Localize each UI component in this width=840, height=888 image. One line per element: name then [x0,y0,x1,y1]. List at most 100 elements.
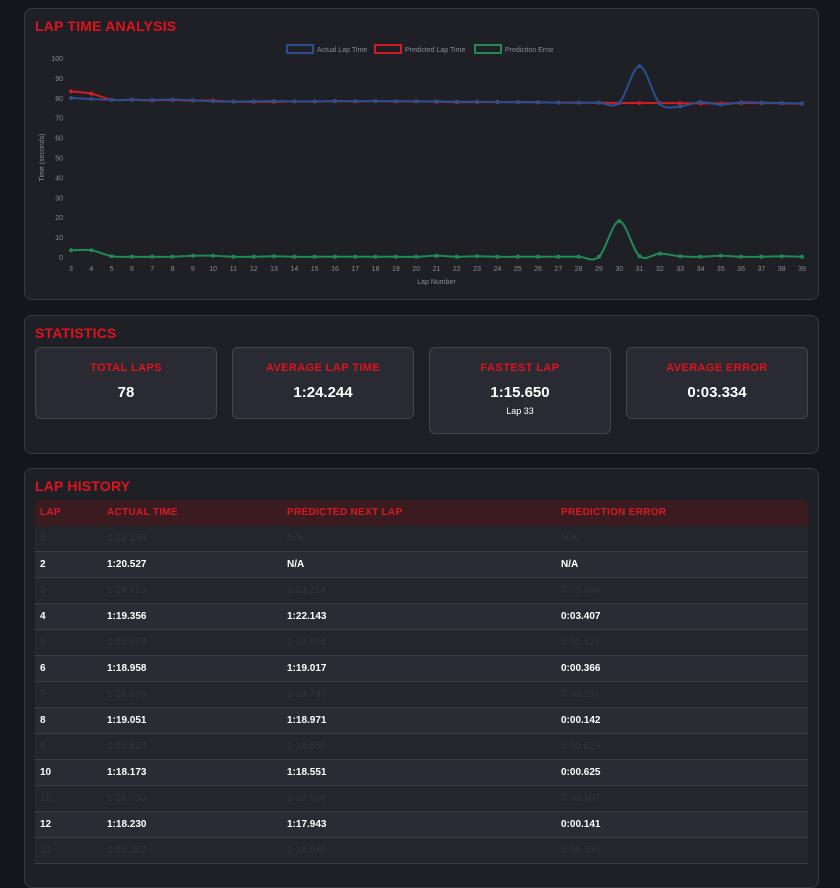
x-tick-label: 34 [697,266,705,273]
y-tick-label: 80 [55,96,63,103]
statistics-panel: STATISTICS TOTAL LAPS 78 AVERAGE LAP TIM… [24,315,819,454]
data-point-0 [150,97,155,102]
x-tick-label: 7 [150,266,154,273]
predicted-time-cell: 1:19.017 [287,663,327,674]
data-point-0 [353,99,358,104]
legend-label-2: Prediction Error [505,47,554,54]
y-tick-label: 100 [51,56,63,63]
error-cell: 0:00.366 [561,663,601,674]
data-point-0 [617,100,622,105]
error-cell: 0:03.407 [561,611,601,622]
data-point-0 [475,99,480,104]
data-point-2 [312,254,317,259]
actual-time-cell: 1:18.050 [107,793,146,804]
stat-value: 0:03.334 [687,384,747,401]
x-tick-label: 22 [453,266,461,273]
data-point-2 [718,253,723,258]
x-tick-label: 24 [494,266,502,273]
x-tick-label: 23 [473,266,481,273]
table-row: 12 1:18.230 1:17.943 0:00.141 [35,812,808,838]
data-point-0 [495,99,500,104]
x-tick-label: 14 [290,266,298,273]
data-point-0 [69,95,73,100]
x-tick-label: 17 [351,266,359,273]
x-tick-label: 16 [331,266,339,273]
x-tick-label: 3 [69,266,73,273]
y-tick-label: 50 [55,156,63,163]
error-cell: 0:00.141 [561,819,601,830]
y-tick-label: 20 [55,215,63,222]
x-tick-label: 27 [554,266,562,273]
error-cell: N/A [561,559,579,570]
data-point-0 [454,99,459,104]
stat-label: TOTAL LAPS [90,362,162,374]
data-point-2 [231,254,236,259]
data-point-0 [373,99,378,104]
lap-cell: 4 [40,611,46,622]
data-point-2 [129,254,134,259]
legend-label-1: Predicted Lap Time [405,47,465,54]
data-point-2 [779,254,784,259]
data-point-2 [556,254,561,259]
x-tick-label: 6 [130,266,134,273]
fastest-lap-number: Lap 33 [506,406,534,416]
x-tick-label: 28 [575,266,583,273]
header-actual-time: ACTUAL TIME [107,507,178,518]
actual-time-cell: 1:18.230 [107,819,147,830]
table-row: 8 1:19.051 1:18.971 0:00.142 [35,708,808,734]
data-point-2 [109,254,114,259]
stat-label: AVERAGE ERROR [666,362,768,374]
stat-value: 1:24.244 [293,384,353,401]
data-point-2 [759,254,764,259]
data-point-0 [129,97,134,102]
data-point-2 [536,254,541,259]
x-tick-label: 26 [534,266,542,273]
actual-time-cell: 1:19.356 [107,611,147,622]
series-line-2 [70,220,803,261]
predicted-time-cell: 1:23.214 [287,585,326,596]
actual-time-cell: 1:18.282 [107,845,146,856]
data-point-0 [739,100,744,105]
x-tick-label: 33 [676,266,684,273]
lap-cell: 11 [40,793,51,804]
predicted-time-cell: 1:19.034 [287,637,326,648]
actual-time-cell: 1:22.336 [107,533,146,544]
data-point-2 [414,254,419,259]
stats-panel-title: STATISTICS [35,325,117,341]
y-tick-label: 90 [55,76,63,83]
predicted-time-cell: N/A [287,559,305,570]
legend-swatch-2 [474,44,502,54]
lap-cell: 5 [40,637,46,648]
predicted-time-cell: N/A [287,533,304,544]
y-tick-label: 40 [55,175,63,182]
data-point-0 [800,101,804,106]
data-point-2 [393,254,398,259]
legend-label-0: Actual Lap Time [317,47,367,54]
actual-time-cell: 1:18.958 [107,663,147,674]
data-point-2 [272,254,277,259]
table-header: LAP ACTUAL TIME PREDICTED NEXT LAP PREDI… [35,500,808,526]
predicted-time-cell: 1:18.971 [287,715,327,726]
x-tick-label: 10 [209,266,217,273]
data-point-0 [332,99,337,104]
error-cell: N/A [561,533,578,544]
data-point-2 [170,254,175,259]
x-tick-label: 35 [717,266,725,273]
data-point-0 [759,100,764,105]
data-point-0 [698,99,703,104]
x-tick-label: 38 [778,266,786,273]
header-predicted-next-lap: PREDICTED NEXT LAP [287,507,403,518]
legend-swatch-1 [374,44,402,54]
error-cell: 0:00.151 [561,689,600,700]
header-prediction-error: PREDICTION ERROR [561,507,667,518]
x-tick-label: 13 [270,266,278,273]
lap-history-table: LAP ACTUAL TIME PREDICTED NEXT LAP PREDI… [35,500,808,864]
y-axis-label: Time (seconds) [39,134,46,182]
data-point-2 [475,254,480,259]
data-point-2 [637,254,642,259]
x-tick-label: 9 [191,266,195,273]
table-row: 11 1:18.050 1:18.016 0:00.107 [35,786,808,812]
data-point-2 [89,248,94,253]
actual-time-cell: 1:18.865 [107,689,146,700]
data-point-2 [800,254,804,259]
